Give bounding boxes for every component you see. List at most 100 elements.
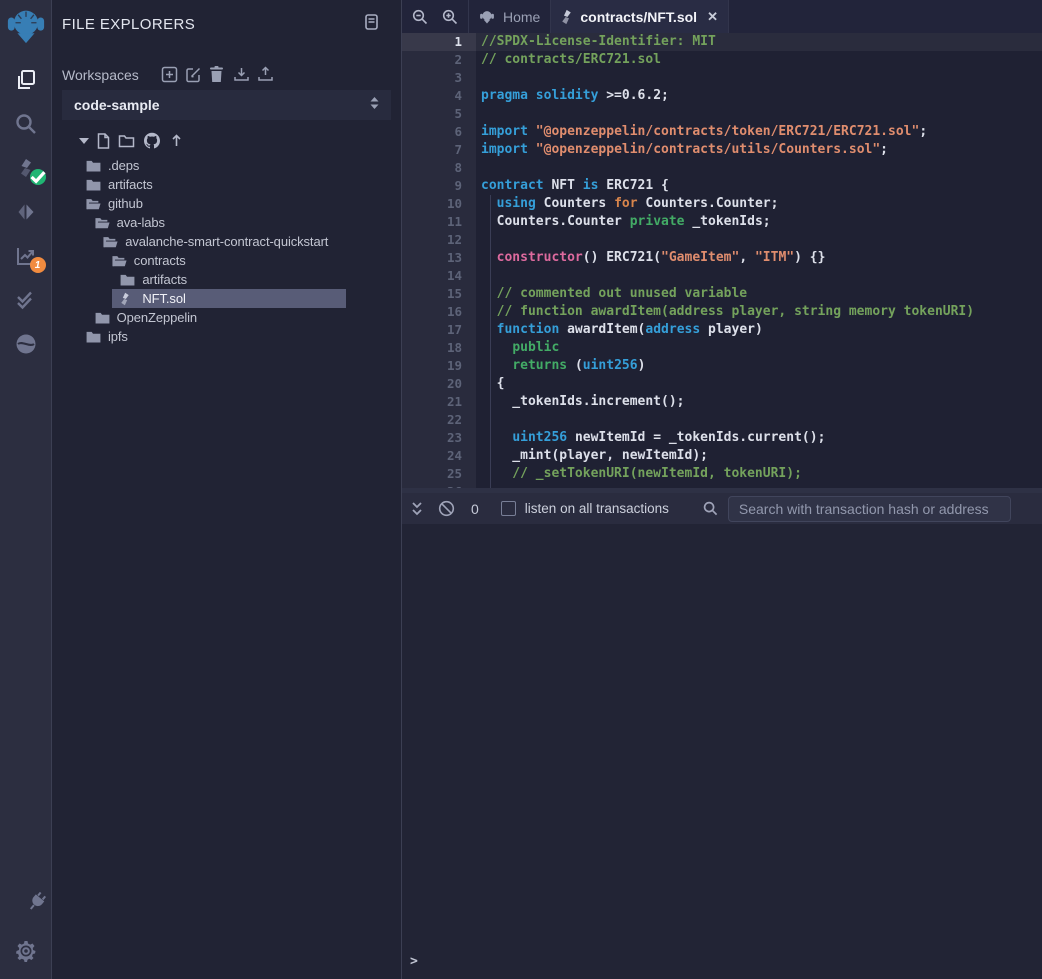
code-line[interactable]: import "@openzeppelin/contracts/token/ER… [476, 123, 1042, 141]
tree-item-nft-sol[interactable]: NFT.sol [52, 289, 401, 308]
tree-item-openzeppelin[interactable]: OpenZeppelin [52, 308, 401, 327]
collapse-caret-icon[interactable] [79, 137, 89, 145]
code-line[interactable]: function awardItem(address player) [476, 321, 1042, 339]
upload-file-icon[interactable] [169, 133, 184, 148]
sidebar-item-solidity-compiler[interactable] [0, 146, 52, 190]
book-icon[interactable] [365, 14, 378, 35]
code-line[interactable]: _tokenIds.increment(); [476, 393, 1042, 411]
github-icon[interactable] [143, 132, 161, 149]
code-line[interactable] [476, 483, 1042, 488]
code-line[interactable] [476, 231, 1042, 249]
zoom-in-icon[interactable] [435, 0, 465, 33]
line-number[interactable]: 5 [402, 105, 476, 123]
code-editor[interactable]: 1234567891011121314151617181920212223242… [402, 33, 1042, 488]
tree-item-artifacts[interactable]: artifacts [52, 175, 401, 194]
code-line[interactable]: public [476, 339, 1042, 357]
terminal-output[interactable]: > [402, 524, 1042, 979]
line-number[interactable]: 6 [402, 123, 476, 141]
line-number[interactable]: 22 [402, 411, 476, 429]
line-number[interactable]: 16 [402, 303, 476, 321]
line-number[interactable]: 2 [402, 51, 476, 69]
code-line[interactable]: // function awardItem(address player, st… [476, 303, 1042, 321]
delete-workspace-icon[interactable] [209, 66, 226, 83]
new-file-icon[interactable] [97, 133, 110, 149]
tree-item-artifacts[interactable]: artifacts [52, 270, 401, 289]
tree-item-contracts[interactable]: contracts [52, 251, 401, 270]
tree-item-ipfs[interactable]: ipfs [52, 327, 401, 346]
code-line[interactable]: // _setTokenURI(newItemId, tokenURI); [476, 465, 1042, 483]
clear-console-icon[interactable] [438, 500, 455, 517]
workspace-select[interactable]: code-sample [62, 90, 391, 120]
line-number[interactable]: 7 [402, 141, 476, 159]
search-icon [703, 501, 718, 516]
gutter[interactable]: 1234567891011121314151617181920212223242… [402, 33, 476, 488]
line-number[interactable]: 12 [402, 231, 476, 249]
new-folder-icon[interactable] [118, 134, 135, 148]
zoom-out-icon[interactable] [405, 0, 435, 33]
tree-item-avalanche-smart-contract-quickstart[interactable]: avalanche-smart-contract-quickstart [52, 232, 401, 251]
tree-item-ava-labs[interactable]: ava-labs [52, 213, 401, 232]
sidebar-item-unit-testing[interactable] [0, 278, 52, 322]
tree-item-label: artifacts [108, 177, 153, 192]
code-line[interactable] [476, 105, 1042, 123]
code-line[interactable]: pragma solidity >=0.6.2; [476, 87, 1042, 105]
sidebar-item-plugin-manager[interactable] [0, 885, 52, 929]
tab-home[interactable]: Home [468, 0, 550, 33]
line-number[interactable]: 23 [402, 429, 476, 447]
code-line[interactable] [476, 159, 1042, 177]
line-number[interactable]: 21 [402, 393, 476, 411]
sidebar-item-search[interactable] [0, 102, 52, 146]
line-number[interactable]: 4 [402, 87, 476, 105]
sidebar-item-settings[interactable] [0, 929, 52, 973]
line-number[interactable]: 20 [402, 375, 476, 393]
code-line[interactable]: import "@openzeppelin/contracts/utils/Co… [476, 141, 1042, 159]
code-line[interactable]: _mint(player, newItemId); [476, 447, 1042, 465]
upload-workspace-icon[interactable] [257, 66, 274, 83]
download-workspace-icon[interactable] [233, 66, 250, 83]
code-line[interactable] [476, 267, 1042, 285]
listen-transactions-checkbox[interactable] [501, 501, 516, 516]
line-number[interactable]: 13 [402, 249, 476, 267]
code-line[interactable]: constructor() ERC721("GameItem", "ITM") … [476, 249, 1042, 267]
collapse-terminal-icon[interactable] [410, 501, 424, 517]
line-number[interactable]: 11 [402, 213, 476, 231]
code-line[interactable]: // contracts/ERC721.sol [476, 51, 1042, 69]
remix-logo[interactable] [0, 0, 52, 52]
code-lines[interactable]: //SPDX-License-Identifier: MIT// contrac… [476, 33, 1042, 488]
close-tab-icon[interactable]: ✕ [707, 9, 718, 25]
tree-item-github[interactable]: github [52, 194, 401, 213]
sidebar-item-analytics[interactable]: 1 [0, 234, 52, 278]
line-number[interactable]: 14 [402, 267, 476, 285]
code-line[interactable]: Counters.Counter private _tokenIds; [476, 213, 1042, 231]
code-line[interactable]: using Counters for Counters.Counter; [476, 195, 1042, 213]
line-number[interactable]: 8 [402, 159, 476, 177]
line-number[interactable]: 17 [402, 321, 476, 339]
line-number[interactable]: 25 [402, 465, 476, 483]
code-line[interactable]: uint256 newItemId = _tokenIds.current(); [476, 429, 1042, 447]
code-line[interactable]: { [476, 375, 1042, 393]
transaction-search-input[interactable] [728, 496, 1011, 522]
code-line[interactable] [476, 411, 1042, 429]
line-number[interactable]: 18 [402, 339, 476, 357]
tree-item-label: github [108, 196, 143, 211]
code-line[interactable]: //SPDX-License-Identifier: MIT [476, 33, 1042, 51]
line-number[interactable]: 10 [402, 195, 476, 213]
tab-nft-sol[interactable]: contracts/NFT.sol ✕ [550, 0, 729, 33]
code-line[interactable] [476, 69, 1042, 87]
line-number[interactable]: 3 [402, 69, 476, 87]
line-number[interactable]: 9 [402, 177, 476, 195]
sidebar-item-file-explorer[interactable] [0, 58, 52, 102]
line-number[interactable]: 19 [402, 357, 476, 375]
tree-item--deps[interactable]: .deps [52, 156, 401, 175]
sidebar-item-deploy-run[interactable] [0, 190, 52, 234]
line-number[interactable]: 26 [402, 483, 476, 488]
line-number[interactable]: 1 [402, 33, 476, 51]
code-line[interactable]: contract NFT is ERC721 { [476, 177, 1042, 195]
sidebar-item-plugin-circle[interactable] [0, 322, 52, 366]
code-line[interactable]: // commented out unused variable [476, 285, 1042, 303]
code-line[interactable]: returns (uint256) [476, 357, 1042, 375]
rename-workspace-icon[interactable] [185, 66, 202, 83]
line-number[interactable]: 15 [402, 285, 476, 303]
add-workspace-icon[interactable] [161, 66, 178, 83]
line-number[interactable]: 24 [402, 447, 476, 465]
